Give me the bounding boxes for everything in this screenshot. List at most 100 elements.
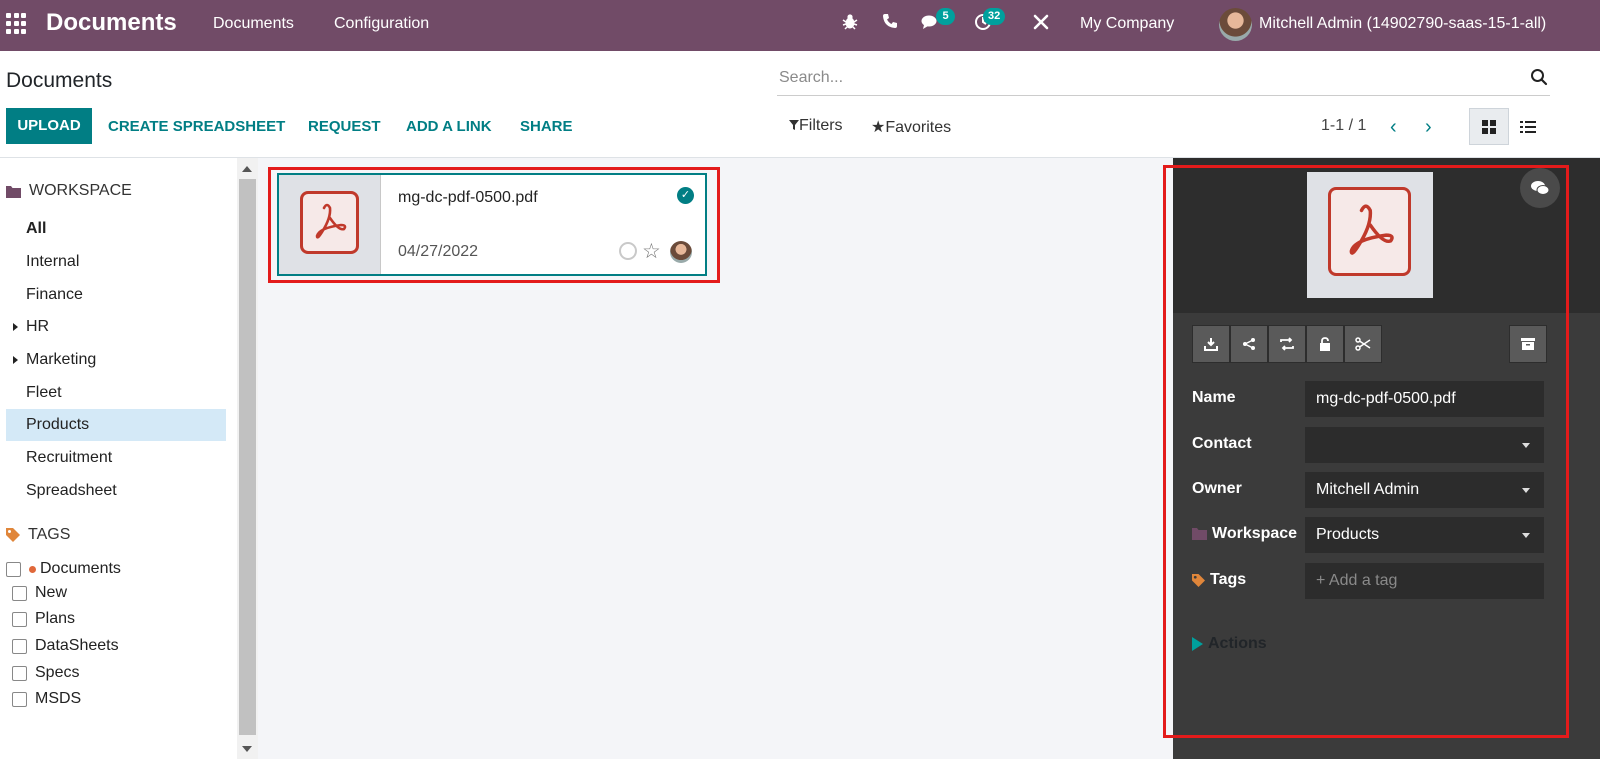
user-avatar[interactable] (1219, 8, 1252, 41)
sidebar-item-marketing[interactable]: Marketing (6, 344, 226, 376)
tag-checkbox[interactable] (12, 691, 27, 707)
scroll-up-icon[interactable] (242, 166, 252, 172)
document-name[interactable]: mg-dc-pdf-0500.pdf (398, 189, 538, 207)
share-icon (1243, 338, 1255, 350)
tags-header-label: TAGS (28, 526, 71, 543)
sidebar-item-all[interactable]: All (6, 213, 226, 245)
tag-checkbox[interactable] (6, 561, 21, 577)
favorite-star-icon[interactable]: ☆ (642, 239, 661, 264)
share-doc-button[interactable] (1230, 325, 1268, 363)
menu-configuration[interactable]: Configuration (334, 15, 429, 33)
page-title: Documents (6, 69, 113, 92)
share-button[interactable]: SHARE (520, 118, 573, 135)
pager-previous-icon[interactable]: ‹ (1390, 116, 1397, 139)
owner-select[interactable]: Mitchell Admin (1305, 472, 1544, 508)
tag-icon (6, 528, 20, 542)
pager-next-icon[interactable]: › (1425, 116, 1432, 139)
contact-select[interactable] (1305, 427, 1544, 463)
tag-item-plans[interactable]: Plans (12, 610, 75, 628)
owner-value: Mitchell Admin (1316, 481, 1420, 498)
user-menu[interactable]: Mitchell Admin (14902790-saas-15-1-all) (1259, 15, 1546, 33)
workspace-header-label: WORKSPACE (29, 182, 132, 199)
download-button[interactable] (1192, 325, 1230, 363)
replace-icon (1280, 337, 1294, 351)
add-link-button[interactable]: ADD A LINK (406, 118, 492, 135)
expand-caret-icon[interactable] (13, 323, 18, 331)
tags-label-text: Tags (1210, 571, 1247, 588)
tags-input[interactable]: + Add a tag (1305, 563, 1544, 599)
owner-label: Owner (1192, 480, 1242, 497)
menu-documents[interactable]: Documents (213, 15, 294, 33)
list-view-button[interactable] (1508, 108, 1548, 145)
bug-icon[interactable] (838, 13, 862, 37)
replace-button[interactable] (1268, 325, 1306, 363)
document-thumbnail (279, 175, 381, 274)
sidebar-item-spreadsheet[interactable]: Spreadsheet (6, 475, 226, 507)
archive-button[interactable] (1509, 325, 1547, 363)
company-switcher[interactable]: My Company (1080, 15, 1174, 33)
request-button[interactable]: REQUEST (308, 118, 381, 135)
tag-category-label: Documents (40, 560, 121, 577)
sidebar-item-fleet[interactable]: Fleet (6, 377, 226, 409)
dropdown-caret-icon (1522, 533, 1530, 538)
app-title[interactable]: Documents (46, 9, 177, 37)
scrollbar-thumb[interactable] (239, 179, 256, 735)
search-input[interactable]: Search... (779, 69, 843, 87)
tag-item-specs[interactable]: Specs (12, 664, 79, 682)
dropdown-caret-icon (1522, 443, 1530, 448)
inspector-toolbar (1192, 325, 1382, 363)
split-button[interactable] (1344, 325, 1382, 363)
activity-clock-icon[interactable] (619, 242, 637, 260)
chat-icon (1531, 181, 1550, 195)
expand-caret-icon[interactable] (13, 356, 18, 364)
sidebar-item-hr[interactable]: HR (6, 311, 226, 343)
kanban-view-button[interactable] (1469, 108, 1509, 145)
favorites-button[interactable]: ★Favorites (871, 117, 951, 137)
tag-checkbox[interactable] (12, 585, 27, 601)
folder-icon (6, 185, 21, 198)
scroll-down-icon[interactable] (242, 746, 252, 752)
debug-tools-icon[interactable] (1029, 13, 1053, 37)
chatter-toggle-button[interactable] (1520, 168, 1560, 208)
workspace-value: Products (1316, 526, 1380, 543)
messages-badge: 5 (936, 8, 955, 25)
pdf-icon (300, 191, 359, 254)
upload-button[interactable]: UPLOAD (6, 108, 92, 144)
filters-button[interactable]: Filters (789, 117, 843, 135)
name-field[interactable]: mg-dc-pdf-0500.pdf (1305, 381, 1544, 417)
tag-item-msds[interactable]: MSDS (12, 690, 81, 708)
tags-field-label: Tags (1192, 571, 1246, 589)
sidebar-item-recruitment[interactable]: Recruitment (6, 442, 226, 474)
favorites-label: Favorites (885, 119, 952, 136)
sidebar-item-internal[interactable]: Internal (6, 246, 226, 278)
tag-checkbox[interactable] (12, 638, 27, 654)
search-bar[interactable]: Search... (777, 62, 1550, 96)
tag-category-documents[interactable]: Documents (6, 560, 121, 578)
tag-label: New (35, 584, 68, 601)
tag-item-datasheets[interactable]: DataSheets (12, 637, 119, 655)
contact-label: Contact (1192, 435, 1252, 452)
tag-checkbox[interactable] (12, 611, 27, 627)
phone-icon[interactable] (878, 13, 902, 37)
document-card[interactable]: mg-dc-pdf-0500.pdf 04/27/2022 ✓ ☆ (277, 173, 707, 276)
inspector-thumbnail[interactable] (1307, 172, 1433, 298)
grid-icon (1482, 119, 1496, 134)
sidebar-scrollbar[interactable] (237, 158, 258, 759)
lock-button[interactable] (1306, 325, 1344, 363)
filters-label: Filters (799, 117, 843, 134)
sidebar-item-products[interactable]: Products (6, 409, 226, 441)
search-icon[interactable] (1530, 68, 1548, 86)
activities-badge: 32 (983, 8, 1006, 25)
document-date: 04/27/2022 (398, 243, 479, 260)
name-label: Name (1192, 389, 1236, 406)
app-menu-icon[interactable] (6, 13, 28, 35)
tag-icon (1192, 573, 1205, 587)
selected-check-icon[interactable]: ✓ (677, 187, 694, 204)
tag-item-new[interactable]: New (12, 584, 67, 602)
create-spreadsheet-button[interactable]: CREATE SPREADSHEET (108, 118, 285, 135)
actions-toggle[interactable]: Actions (1192, 635, 1267, 653)
pager-value[interactable]: 1-1 / 1 (1321, 117, 1366, 135)
tag-checkbox[interactable] (12, 665, 27, 681)
sidebar-item-finance[interactable]: Finance (6, 279, 226, 311)
workspace-select[interactable]: Products (1305, 517, 1544, 553)
